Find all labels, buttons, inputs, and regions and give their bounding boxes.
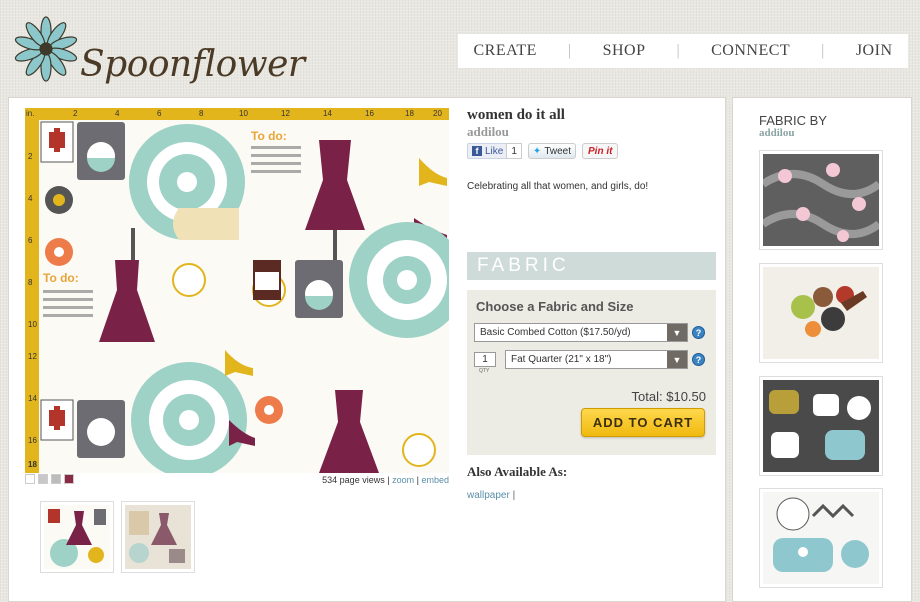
logo-wordmark: Spoonflower (80, 44, 305, 85)
ruler-tick: 2 (28, 152, 33, 161)
fabric-options-box: Choose a Fabric and Size Basic Combed Co… (467, 290, 716, 455)
designer-link[interactable]: addilou (467, 124, 509, 140)
link-separator: | (512, 490, 516, 501)
ruler-tick: 6 (157, 109, 162, 118)
zoom-link[interactable]: zoom (392, 475, 414, 485)
wallpaper-link[interactable]: wallpaper (467, 490, 510, 501)
ruler-tick: 14 (323, 109, 332, 118)
ruler-tick: 14 (28, 394, 37, 403)
ruler-tick: 12 (281, 109, 290, 118)
spoonflower-logo[interactable]: Spoonflower (12, 16, 305, 86)
add-to-cart-button[interactable]: ADD TO CART (581, 408, 705, 437)
thumbnail-image (763, 380, 879, 472)
embed-link[interactable]: embed (421, 475, 449, 485)
ruler-tick: 6 (28, 236, 33, 245)
fabric-help-icon[interactable]: ? (692, 326, 705, 339)
design-thumbnail-1[interactable] (40, 501, 114, 573)
pattern-todo-text: To do: (251, 129, 287, 143)
facebook-icon: f (472, 146, 482, 156)
fabric-type-value: Basic Combed Cotton ($17.50/yd) (480, 327, 631, 338)
tweet-label: Tweet (544, 145, 571, 157)
design-panel: in. 2 4 6 8 10 12 14 16 18 20 2 4 6 8 10… (8, 97, 726, 602)
choose-fabric-title: Choose a Fabric and Size (476, 299, 634, 314)
fabric-size-value: Fat Quarter (21" x 18") (511, 354, 612, 365)
fabric-type-select[interactable]: Basic Combed Cotton ($17.50/yd) ▼ (474, 323, 688, 342)
facebook-like-count: 1 (506, 143, 522, 159)
ruler-tick: 8 (28, 278, 33, 287)
color-swatch[interactable] (64, 474, 74, 484)
ruler-tick: 8 (199, 109, 204, 118)
ruler-tick: 18 (405, 109, 414, 118)
ruler-tick: 12 (28, 352, 37, 361)
page-views-count: 534 page views (322, 475, 385, 485)
ruler-tick: 4 (28, 194, 33, 203)
views-separator: | (387, 475, 390, 485)
flower-icon (14, 16, 78, 82)
top-nav: CREATE | SHOP | CONNECT | JOIN (458, 34, 908, 68)
design-preview: in. 2 4 6 8 10 12 14 16 18 20 2 4 6 8 10… (25, 108, 449, 473)
ruler-tick: 20 (433, 109, 442, 118)
ruler-top: in. 2 4 6 8 10 12 14 16 18 20 (25, 108, 449, 120)
pattern-todo-text: To do: (43, 271, 79, 285)
views-separator: | (416, 475, 419, 485)
ruler-left: 2 4 6 8 10 12 14 16 18 (25, 120, 39, 473)
fabric-section-heading: FABRIC (467, 252, 716, 280)
thumbnail-image (125, 505, 191, 569)
sidebar-design-thumbnail-2[interactable] (759, 263, 883, 363)
nav-separator: | (676, 42, 681, 59)
chevron-down-icon: ▼ (667, 324, 687, 341)
quantity-label: QTY (479, 368, 490, 374)
fabric-pattern-image[interactable]: To do: To do: (39, 120, 449, 473)
ruler-tick: 10 (28, 320, 37, 329)
design-thumbnail-2[interactable] (121, 501, 195, 573)
also-available-heading: Also Available As: (467, 464, 568, 479)
ruler-tick: 18 (28, 460, 37, 469)
nav-join[interactable]: JOIN (856, 42, 893, 60)
also-available-links: wallpaper | (467, 490, 515, 501)
color-swatch[interactable] (25, 474, 35, 484)
ruler-tick: 10 (239, 109, 248, 118)
tweet-button[interactable]: ✦ Tweet (527, 143, 576, 159)
facebook-like-button[interactable]: f Like (467, 143, 509, 159)
facebook-like-label: Like (485, 145, 504, 157)
ruler-unit: in. (26, 109, 35, 118)
size-help-icon[interactable]: ? (692, 353, 705, 366)
nav-separator: | (821, 42, 825, 59)
order-total: Total: $10.50 (631, 389, 706, 404)
sidebar-design-thumbnail-3[interactable] (759, 376, 883, 476)
twitter-bird-icon: ✦ (532, 145, 542, 157)
color-swatch[interactable] (38, 474, 48, 484)
designer-sidebar: FABRIC BY addilou (732, 97, 912, 602)
ruler-tick: 2 (73, 109, 78, 118)
chevron-down-icon: ▼ (667, 351, 687, 368)
quantity-input[interactable]: 1 (474, 352, 496, 367)
sidebar-design-thumbnail-1[interactable] (759, 150, 883, 250)
nav-shop[interactable]: SHOP (603, 42, 646, 60)
pattern-artwork: To do: To do: (40, 121, 449, 473)
sidebar-designer-link[interactable]: addilou (759, 127, 794, 139)
thumbnail-image (763, 154, 879, 246)
ruler-tick: 16 (365, 109, 374, 118)
nav-create[interactable]: CREATE (473, 42, 536, 60)
sidebar-design-thumbnail-4[interactable] (759, 488, 883, 588)
color-swatches (25, 474, 74, 484)
page-views-bar: 534 page views | zoom | embed (249, 475, 449, 485)
social-buttons: f Like 1 ✦ Tweet Pin it (467, 143, 619, 159)
color-swatch[interactable] (51, 474, 61, 484)
nav-separator: | (567, 42, 572, 59)
thumbnail-image (763, 492, 879, 584)
sidebar-title: FABRIC BY (759, 113, 827, 128)
ruler-tick: 4 (115, 109, 120, 118)
design-title: women do it all (467, 107, 565, 123)
nav-connect[interactable]: CONNECT (711, 42, 790, 60)
fabric-size-select[interactable]: Fat Quarter (21" x 18") ▼ (505, 350, 688, 369)
design-description: Celebrating all that women, and girls, d… (467, 181, 649, 192)
thumbnail-image (44, 505, 110, 569)
pin-it-button[interactable]: Pin it (582, 143, 619, 159)
thumbnail-image (763, 267, 879, 359)
ruler-tick: 16 (28, 436, 37, 445)
